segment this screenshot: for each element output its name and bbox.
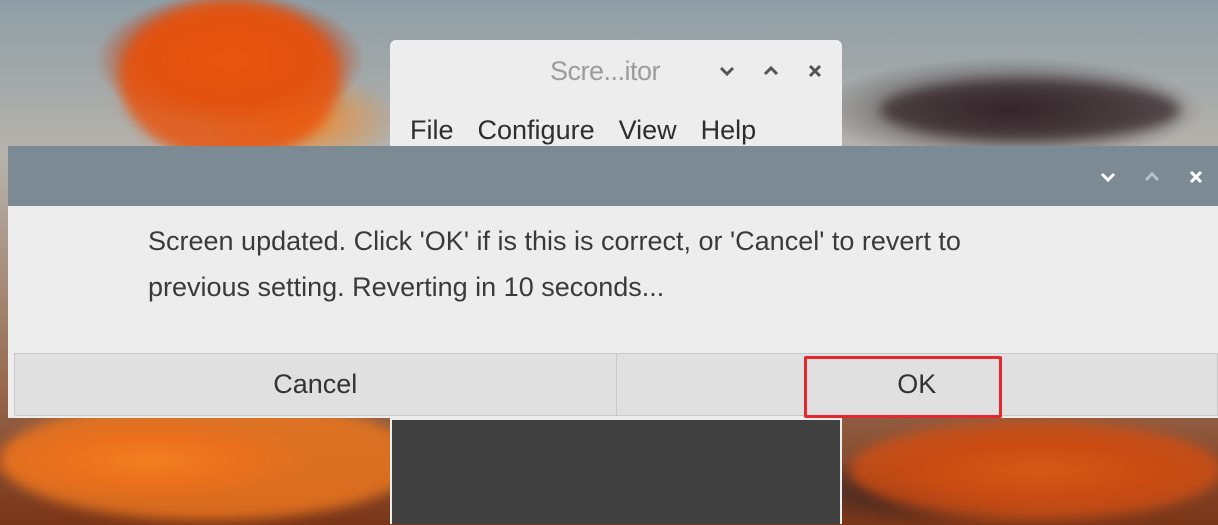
window-titlebar[interactable]: Scre...itor — [390, 40, 842, 100]
cancel-button[interactable]: Cancel — [14, 353, 617, 416]
window-title: Scre...itor — [550, 56, 661, 86]
close-icon[interactable] — [802, 58, 828, 84]
message-line-1: Screen updated. Click 'OK' if is this is… — [148, 226, 961, 256]
ok-button[interactable]: OK — [616, 353, 1218, 416]
maximize-icon[interactable] — [758, 58, 784, 84]
screen-layout-canvas[interactable] — [392, 420, 840, 524]
dialog-titlebar[interactable] — [8, 146, 1218, 206]
minimize-icon[interactable] — [714, 58, 740, 84]
dialog-button-row: Cancel OK — [14, 353, 1218, 416]
maximize-icon[interactable] — [1138, 163, 1166, 191]
message-line-2: previous setting. Reverting in 10 second… — [148, 272, 665, 302]
minimize-icon[interactable] — [1094, 163, 1122, 191]
close-icon[interactable] — [1182, 163, 1210, 191]
dialog-message: Screen updated. Click 'OK' if is this is… — [148, 218, 1148, 310]
screen-updated-dialog: Screen updated. Click 'OK' if is this is… — [8, 146, 1218, 418]
